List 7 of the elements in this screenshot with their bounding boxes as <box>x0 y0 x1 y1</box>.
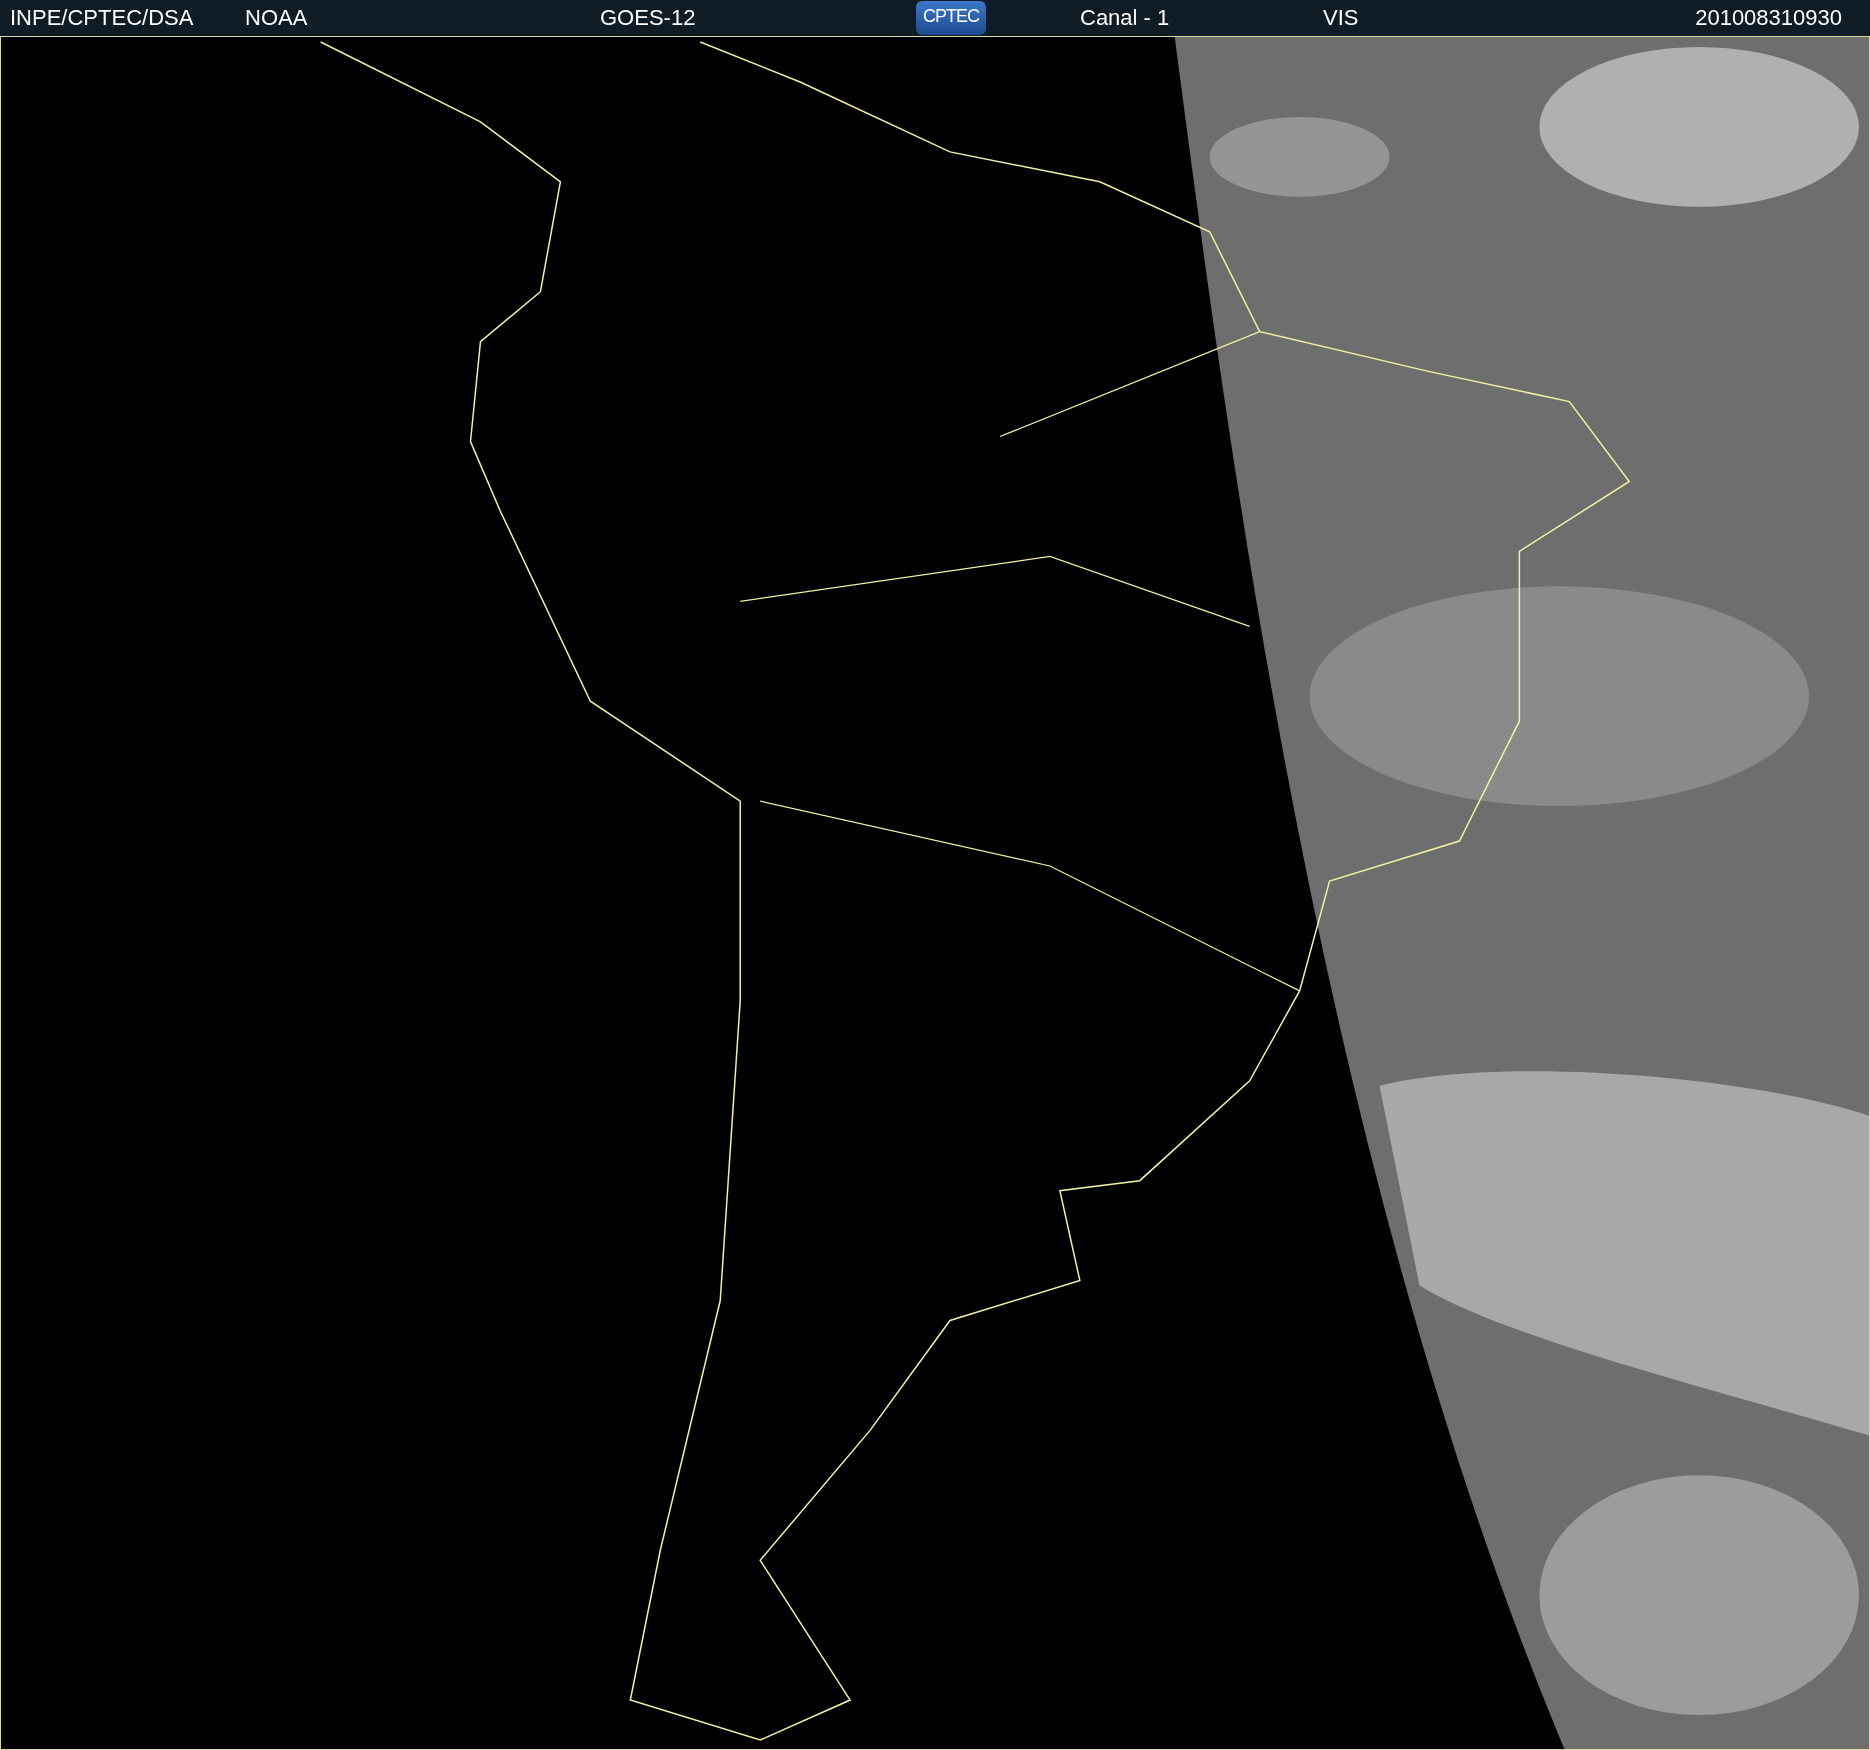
header-label: 201008310930 <box>1695 5 1842 31</box>
header-label: Canal - 1 <box>1080 5 1171 31</box>
header-label: GOES-12 <box>600 5 697 31</box>
header-label: VIS <box>1323 5 1360 31</box>
header-label: NOAA <box>245 5 309 31</box>
logo: CPTEC <box>916 1 986 35</box>
header-label: INPE/CPTEC/DSA <box>10 5 195 31</box>
